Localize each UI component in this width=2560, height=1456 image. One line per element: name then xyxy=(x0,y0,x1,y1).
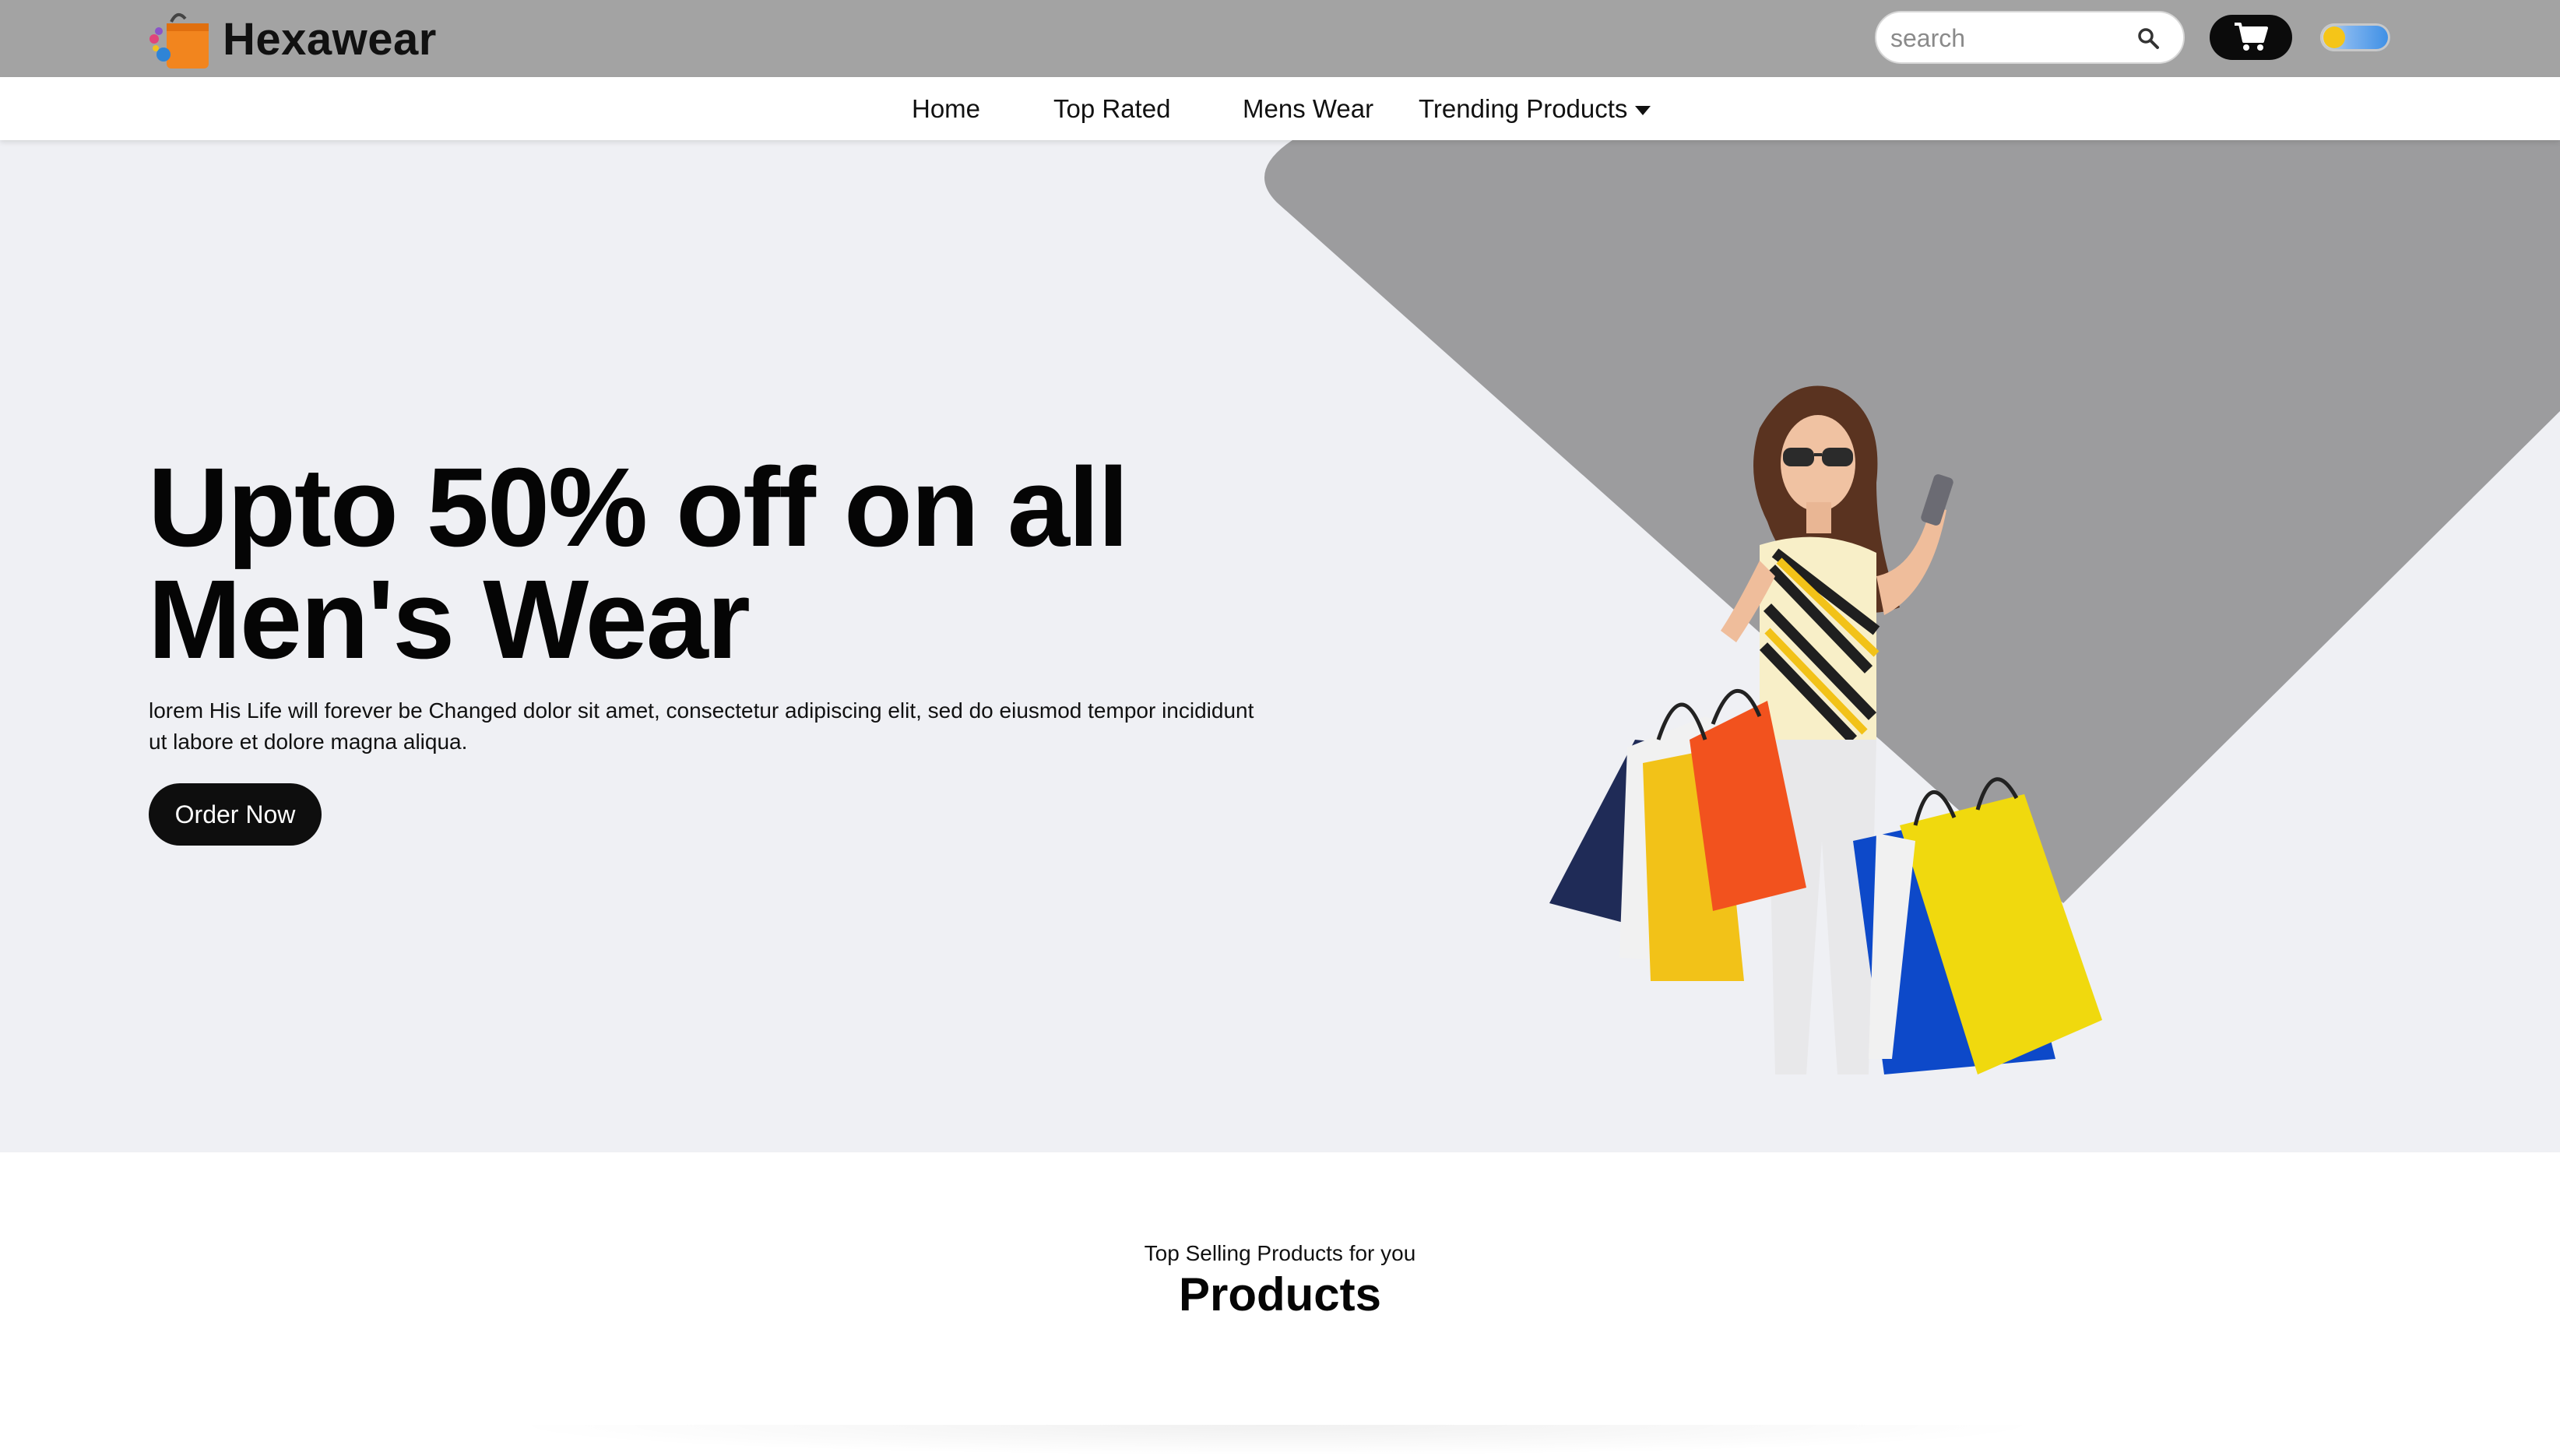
nav-trending-products[interactable]: Trending Products xyxy=(1419,94,1651,124)
top-bar: Hexawear xyxy=(0,0,2560,77)
search-icon[interactable] xyxy=(2136,26,2160,50)
hero-title-line1: Upto 50% off on all xyxy=(148,445,1129,570)
hero-title: Upto 50% off on all Men's Wear xyxy=(148,452,1316,676)
shopping-bag-icon xyxy=(148,8,212,70)
theme-toggle[interactable] xyxy=(2320,23,2390,51)
cart-button[interactable] xyxy=(2210,15,2292,60)
nav-mens-wear[interactable]: Mens Wear xyxy=(1243,94,1373,124)
brand-name: Hexawear xyxy=(223,13,437,65)
hero-section: Upto 50% off on all Men's Wear lorem His… xyxy=(0,140,2560,1152)
nav-home[interactable]: Home xyxy=(912,94,980,124)
nav-top-rated[interactable]: Top Rated xyxy=(1053,94,1170,124)
caret-down-icon xyxy=(1635,106,1651,116)
main-nav: Home Top Rated Mens Wear Trending Produc… xyxy=(0,77,2560,140)
products-subtitle: Top Selling Products for you xyxy=(1144,1241,1416,1265)
order-now-button[interactable]: Order Now xyxy=(149,783,322,846)
brand-logo[interactable]: Hexawear xyxy=(148,6,437,72)
nav-trending-label: Trending Products xyxy=(1419,94,1628,123)
search-box[interactable] xyxy=(1875,11,2185,64)
sun-icon xyxy=(2323,26,2345,48)
search-input[interactable] xyxy=(1889,20,2126,56)
hero-title-line2: Men's Wear xyxy=(148,557,751,682)
hero-shopping-woman-image xyxy=(1549,385,2102,1074)
cart-icon xyxy=(2233,21,2269,55)
hero-description: lorem His Life will forever be Changed d… xyxy=(149,698,1254,754)
product-card-row-shadow xyxy=(498,1425,2055,1456)
products-title: Products xyxy=(1178,1268,1382,1321)
